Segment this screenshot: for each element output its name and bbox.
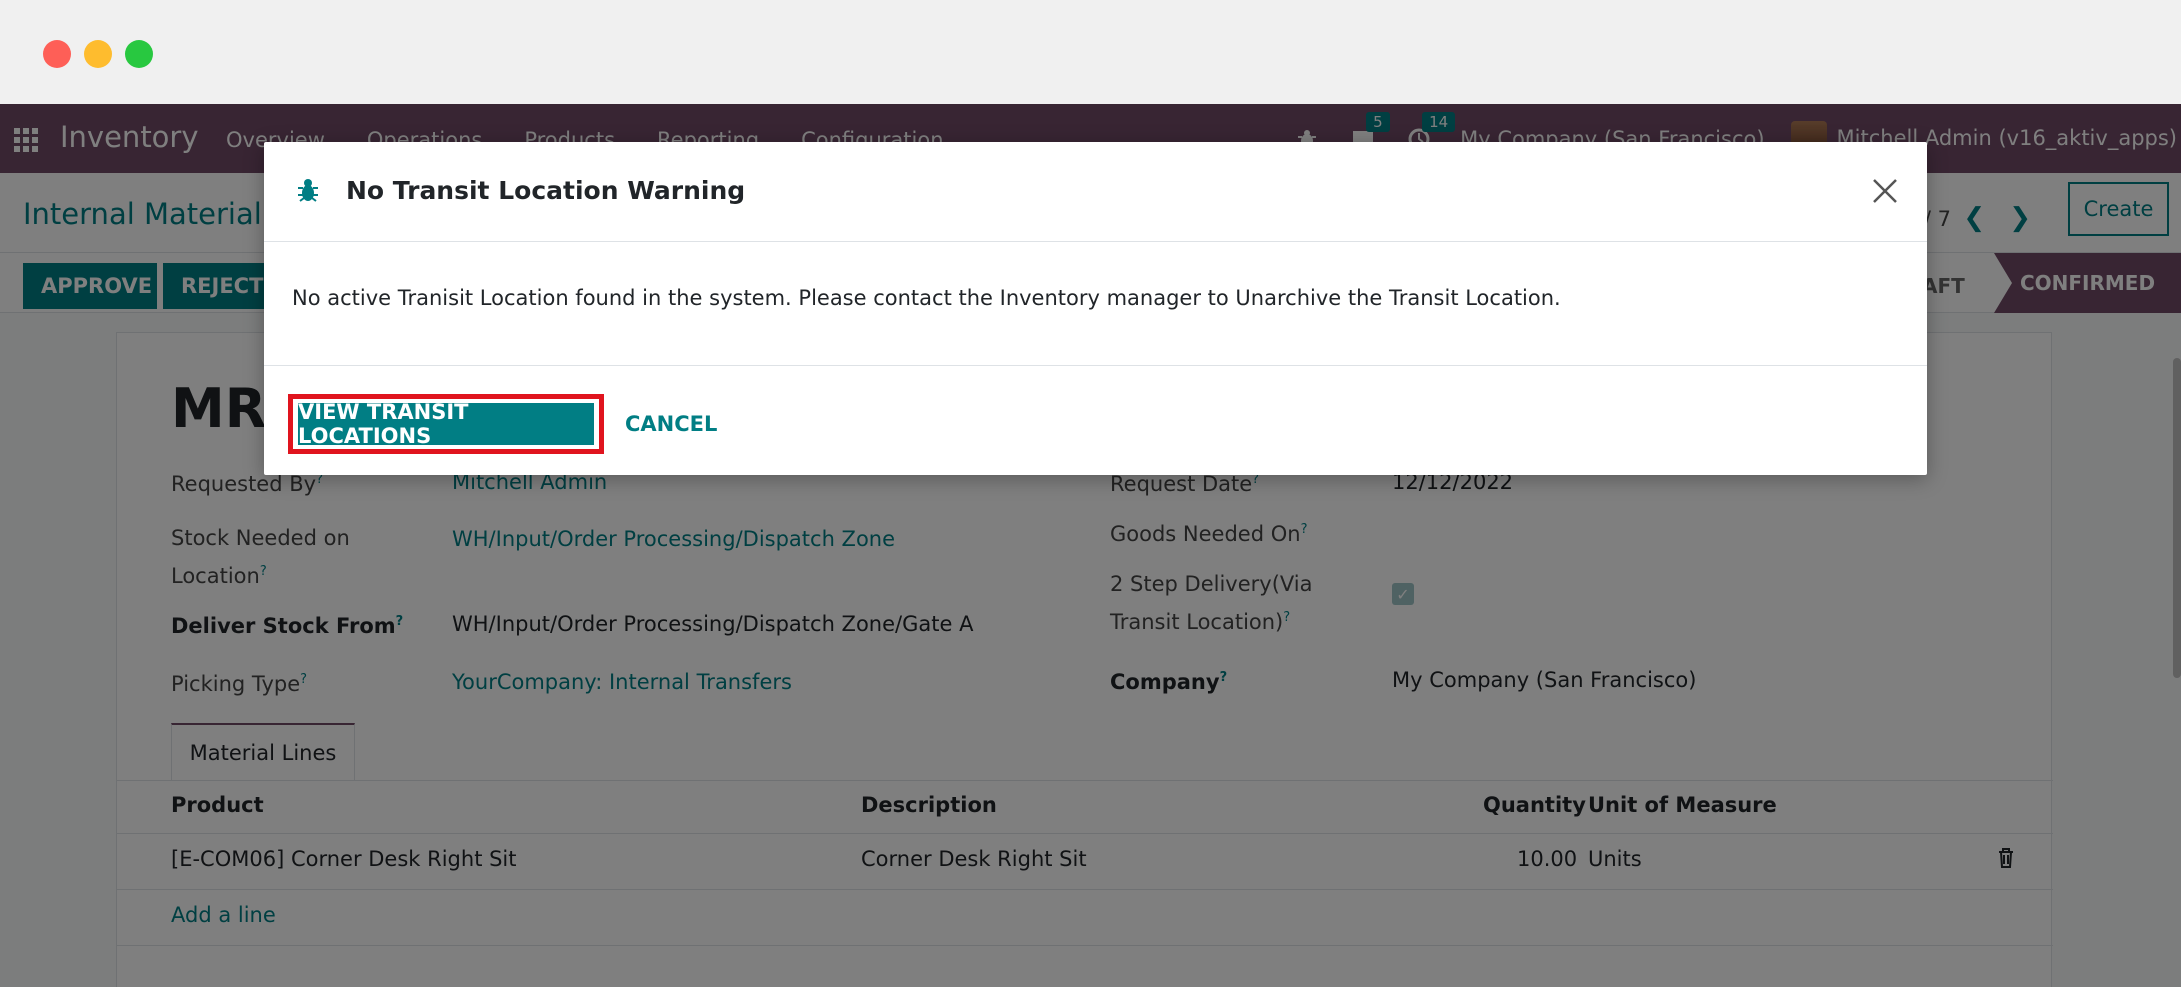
cancel-button[interactable]: CANCEL: [625, 403, 717, 445]
dialog-body: No active Tranisit Location found in the…: [264, 242, 1927, 366]
window-close-button[interactable]: [43, 40, 71, 68]
close-icon[interactable]: [1870, 176, 1900, 206]
window-titlebar: [0, 0, 2181, 104]
dialog-header: No Transit Location Warning: [264, 142, 1927, 242]
view-transit-locations-button[interactable]: VIEW TRANSIT LOCATIONS: [298, 400, 594, 448]
bug-icon: [298, 179, 318, 202]
dialog-message: No active Tranisit Location found in the…: [292, 286, 1561, 310]
window-maximize-button[interactable]: [125, 40, 153, 68]
dialog-title: No Transit Location Warning: [346, 176, 746, 205]
window-minimize-button[interactable]: [84, 40, 112, 68]
